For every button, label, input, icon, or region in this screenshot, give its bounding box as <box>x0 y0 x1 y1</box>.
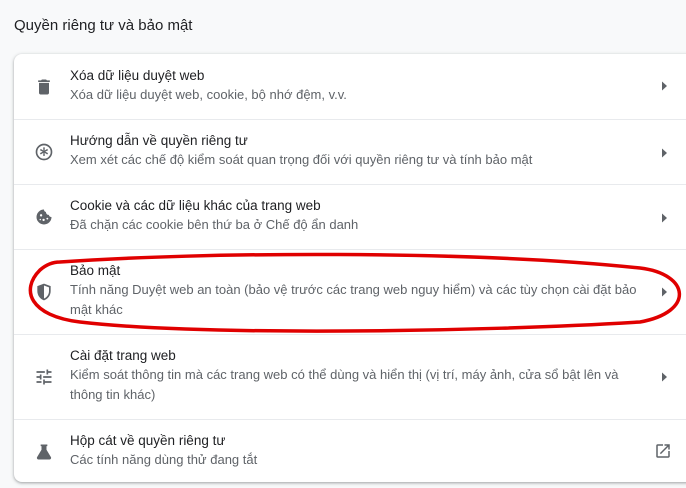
row-title: Hộp cát về quyền riêng tư <box>70 433 226 448</box>
chevron-right-icon <box>659 286 669 298</box>
row-title: Xóa dữ liệu duyệt web <box>70 68 205 83</box>
row-text: Hướng dẫn về quyền riêng tư Xem xét các … <box>70 132 650 170</box>
cookies-row[interactable]: Cookie và các dữ liệu khác của trang web… <box>14 184 686 249</box>
clear-browsing-data-row[interactable]: Xóa dữ liệu duyệt web Xóa dữ liệu duyệt … <box>14 54 686 119</box>
row-title: Hướng dẫn về quyền riêng tư <box>70 133 248 148</box>
privacy-guide-icon <box>34 142 54 162</box>
row-title: Cookie và các dữ liệu khác của trang web <box>70 198 321 213</box>
tune-icon <box>34 367 54 387</box>
privacy-guide-row[interactable]: Hướng dẫn về quyền riêng tư Xem xét các … <box>14 119 686 184</box>
section-title: Quyền riêng tư và bảo mật <box>14 17 193 34</box>
row-description: Kiểm soát thông tin mà các trang web có … <box>70 367 619 402</box>
privacy-security-page: Quyền riêng tư và bảo mật Xóa dữ liệu du… <box>0 0 686 488</box>
cookie-icon <box>34 207 54 227</box>
settings-card: Xóa dữ liệu duyệt web Xóa dữ liệu duyệt … <box>14 54 686 482</box>
open-external-icon[interactable] <box>654 442 672 460</box>
row-text: Hộp cát về quyền riêng tư Các tính năng … <box>70 432 650 470</box>
row-title: Cài đặt trang web <box>70 348 176 363</box>
flask-icon <box>34 442 54 462</box>
row-description: Xóa dữ liệu duyệt web, cookie, bộ nhớ đệ… <box>70 87 347 102</box>
security-row[interactable]: Bảo mật Tính năng Duyệt web an toàn (bảo… <box>14 249 686 334</box>
row-text: Xóa dữ liệu duyệt web Xóa dữ liệu duyệt … <box>70 67 650 105</box>
row-description: Đã chặn các cookie bên thứ ba ở Chế độ ẩ… <box>70 217 359 232</box>
privacy-sandbox-row[interactable]: Hộp cát về quyền riêng tư Các tính năng … <box>14 419 686 482</box>
row-description: Tính năng Duyệt web an toàn (bảo vệ trướ… <box>70 282 637 317</box>
chevron-right-icon <box>659 212 669 224</box>
chevron-right-icon <box>659 371 669 383</box>
chevron-right-icon <box>659 147 669 159</box>
shield-icon <box>34 282 54 302</box>
row-title: Bảo mật <box>70 263 121 278</box>
trash-icon <box>34 77 54 97</box>
row-text: Cookie và các dữ liệu khác của trang web… <box>70 197 650 235</box>
chevron-right-icon <box>659 80 669 92</box>
row-description: Các tính năng dùng thử đang tắt <box>70 452 258 467</box>
site-settings-row[interactable]: Cài đặt trang web Kiểm soát thông tin mà… <box>14 334 686 419</box>
row-text: Bảo mật Tính năng Duyệt web an toàn (bảo… <box>70 262 650 320</box>
row-description: Xem xét các chế độ kiểm soát quan trọng … <box>70 152 533 167</box>
row-text: Cài đặt trang web Kiểm soát thông tin mà… <box>70 347 650 405</box>
